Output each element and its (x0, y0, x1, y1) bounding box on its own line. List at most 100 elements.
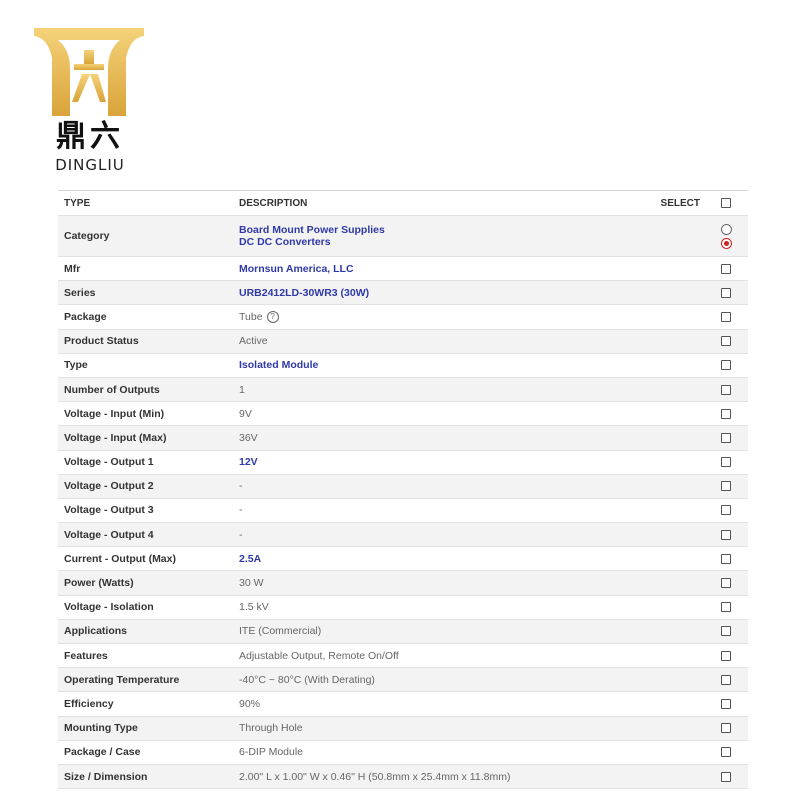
select-cell (704, 336, 748, 347)
select-all-cell (704, 198, 748, 208)
row-checkbox[interactable] (721, 360, 731, 371)
row-value: 9V (239, 407, 252, 420)
row-checkbox[interactable] (721, 723, 731, 734)
row-checkbox[interactable] (721, 529, 731, 540)
table-row: Size / Dimension 2.00" L x 1.00" W x 0.46… (58, 764, 748, 790)
row-checkbox[interactable] (721, 553, 731, 564)
row-value: Tube (239, 310, 263, 323)
row-value: 1.5 kV (239, 601, 269, 614)
row-value-cell: Tube? (239, 310, 704, 324)
row-label: Voltage - Isolation (64, 601, 154, 614)
brand-name-cn: 鼎六 (56, 119, 124, 154)
select-cell (704, 723, 748, 734)
table-row: Voltage - Output 4 - (58, 523, 748, 548)
brand-logo-mark (34, 28, 144, 116)
category-radio-1[interactable] (720, 223, 732, 235)
row-value-cell: -40°C ~ 80°C (With Derating) (239, 674, 704, 686)
row-value-link[interactable]: 2.5A (239, 553, 261, 565)
row-value-cell: Active (239, 335, 704, 347)
table-row: Voltage - Output 1 12V (58, 451, 748, 475)
row-label: Series (64, 286, 96, 299)
row-label: Voltage - Output 1 (64, 456, 154, 469)
select-all-checkbox[interactable] (721, 198, 731, 208)
row-checkbox[interactable] (721, 336, 731, 347)
row-value-cell: - (239, 529, 704, 541)
table-row: Applications ITE (Commercial) (58, 619, 748, 644)
select-cell (704, 650, 748, 661)
row-value: Active (239, 335, 268, 348)
row-value-cell: 9V (239, 408, 704, 420)
row-value-cell: 1.5 kV (239, 601, 704, 613)
specs-table: TYPE DESCRIPTION SELECT Category Board M… (58, 190, 748, 790)
row-checkbox[interactable] (721, 747, 731, 758)
row-checkbox[interactable] (721, 505, 731, 516)
category-link-1[interactable]: Board Mount Power Supplies (239, 224, 704, 236)
row-value: - (239, 528, 243, 541)
row-checkbox[interactable] (721, 578, 731, 589)
row-value-link[interactable]: Mornsun America, LLC (239, 263, 354, 275)
row-checkbox[interactable] (721, 408, 731, 419)
select-cell (704, 311, 748, 322)
table-row: Voltage - Input (Max) 36V (58, 426, 748, 451)
select-cell (704, 626, 748, 637)
row-label: Features (64, 649, 108, 662)
row-checkbox[interactable] (721, 311, 731, 322)
row-value-cell: 2.00" L x 1.00" W x 0.46" H (50.8mm x 25… (239, 771, 704, 783)
row-checkbox[interactable] (721, 263, 731, 274)
table-row: Series URB2412LD-30WR3 (30W) (58, 281, 748, 306)
row-checkbox[interactable] (721, 287, 731, 298)
category-radio-2[interactable] (720, 237, 732, 249)
row-value: - (239, 504, 243, 517)
row-label: Applications (64, 625, 128, 638)
table-row: Mfr Mornsun America, LLC (58, 257, 748, 282)
row-checkbox[interactable] (721, 674, 731, 685)
table-row: Features Adjustable Output, Remote On/Off (58, 644, 748, 669)
row-checkbox[interactable] (721, 602, 731, 613)
category-link-2[interactable]: DC DC Converters (239, 236, 704, 248)
row-value-link[interactable]: 12V (239, 456, 258, 468)
row-checkbox[interactable] (721, 457, 731, 468)
select-cell (704, 698, 748, 709)
row-label: Voltage - Output 3 (64, 504, 154, 517)
row-value-cell: 90% (239, 698, 704, 710)
row-checkbox[interactable] (721, 432, 731, 443)
row-checkbox[interactable] (721, 650, 731, 661)
row-checkbox[interactable] (721, 771, 731, 782)
row-label: Package / Case (64, 746, 141, 759)
row-checkbox[interactable] (721, 384, 731, 395)
table-row: Type Isolated Module (58, 354, 748, 378)
row-value: Through Hole (239, 722, 303, 735)
row-checkbox[interactable] (721, 698, 731, 709)
row-value: - (239, 480, 243, 493)
select-cell (704, 747, 748, 758)
select-cell (704, 360, 748, 371)
select-cell (704, 432, 748, 443)
select-cell (704, 771, 748, 782)
row-value: -40°C ~ 80°C (With Derating) (239, 673, 375, 686)
row-label: Package (64, 310, 107, 323)
row-value-cell: 30 W (239, 577, 704, 589)
row-checkbox[interactable] (721, 481, 731, 492)
row-label: Category (64, 230, 110, 242)
select-cell (704, 223, 748, 249)
row-value-cell: 2.5A (239, 553, 704, 565)
select-cell (704, 457, 748, 468)
help-icon[interactable]: ? (266, 311, 279, 324)
row-value: 2.00" L x 1.00" W x 0.46" H (50.8mm x 25… (239, 770, 511, 783)
header-type: TYPE (64, 197, 91, 209)
row-value-link[interactable]: Isolated Module (239, 359, 318, 371)
select-cell (704, 602, 748, 613)
select-cell (704, 578, 748, 589)
row-label: Product Status (64, 335, 139, 348)
row-checkbox[interactable] (721, 626, 731, 637)
select-cell (704, 287, 748, 298)
table-row: Voltage - Output 3 - (58, 499, 748, 524)
select-cell (704, 408, 748, 419)
table-row: Power (Watts) 30 W (58, 571, 748, 596)
row-value-cell: 12V (239, 456, 704, 468)
row-value-cell: 36V (239, 432, 704, 444)
row-value-cell: Isolated Module (239, 359, 704, 371)
row-value: 1 (239, 383, 245, 396)
row-label: Voltage - Output 4 (64, 528, 154, 541)
row-value-link[interactable]: URB2412LD-30WR3 (30W) (239, 287, 369, 299)
